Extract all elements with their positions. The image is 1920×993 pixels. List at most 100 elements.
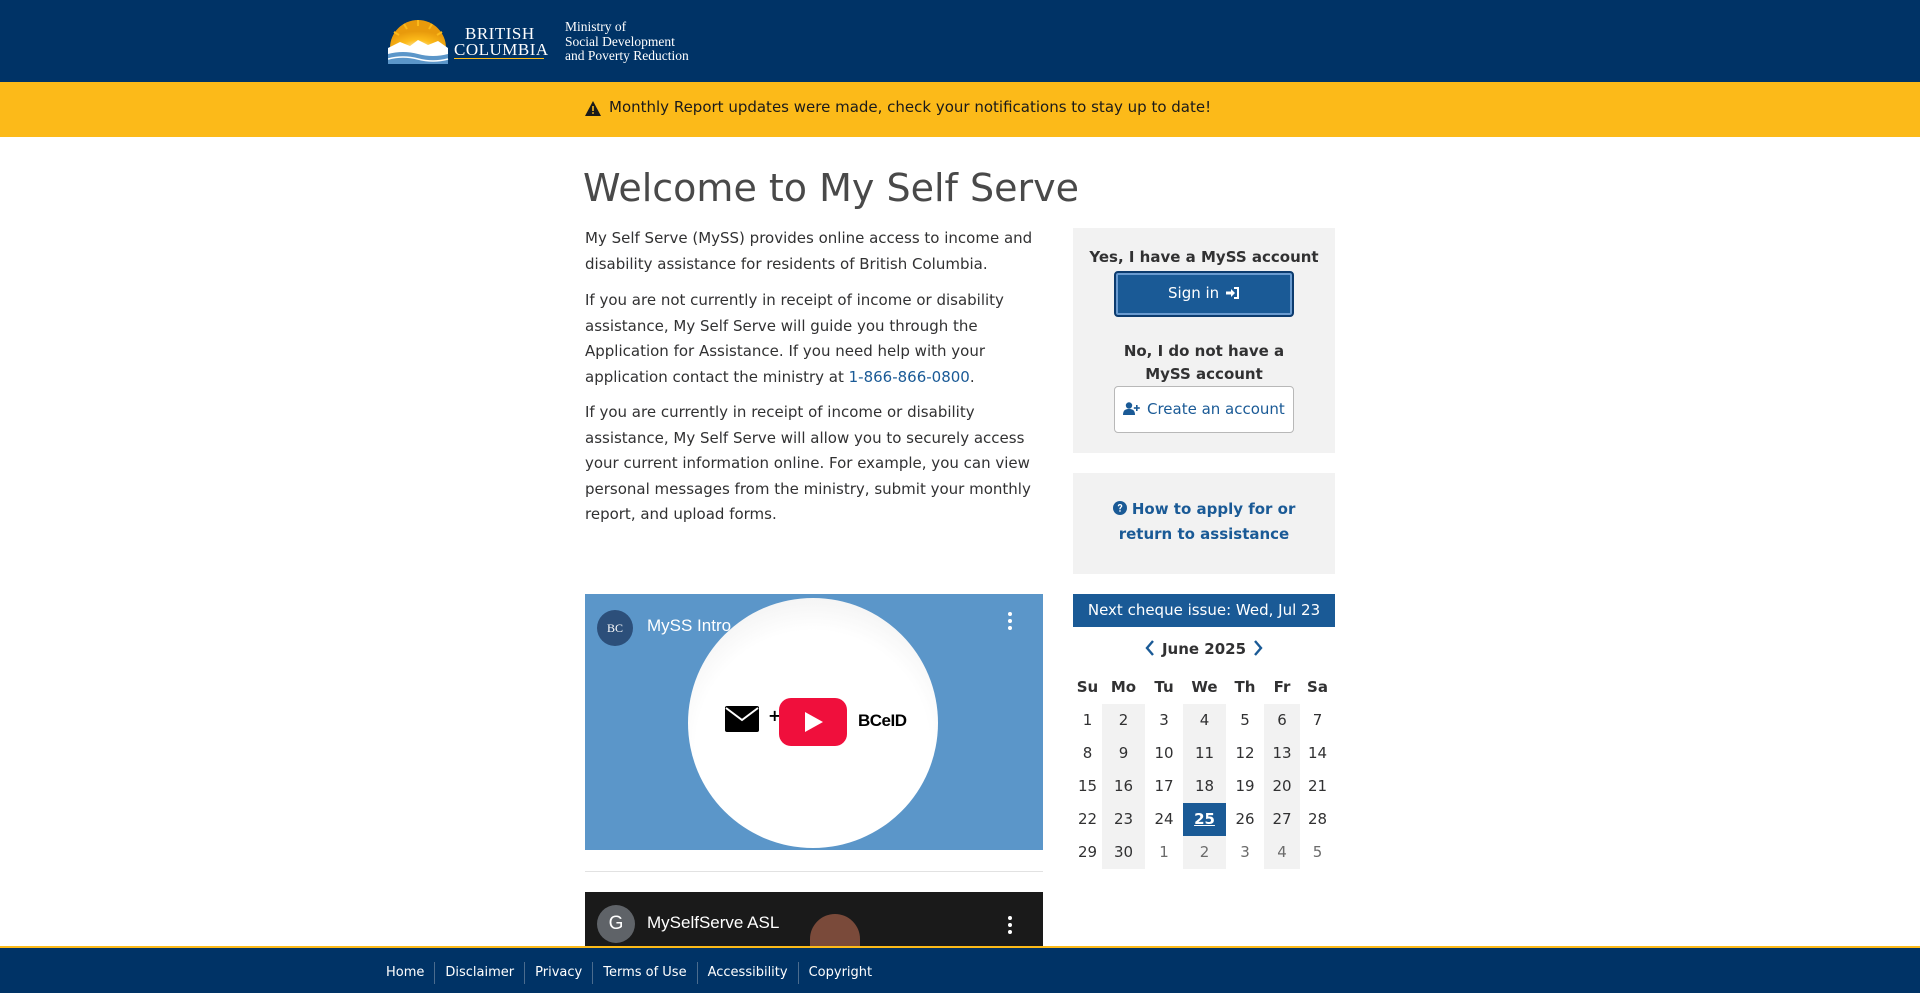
ministry-line-1: Ministry of <box>565 19 627 34</box>
calendar-day[interactable]: 9 <box>1102 737 1145 770</box>
calendar-day[interactable]: 2 <box>1183 836 1226 869</box>
calendar-day[interactable]: 18 <box>1183 770 1226 803</box>
calendar-day[interactable]: 25 <box>1183 803 1226 836</box>
no-account-label: No, I do not have a MySS account <box>1123 342 1285 383</box>
calendar-day[interactable]: 23 <box>1102 803 1145 836</box>
calendar-day[interactable]: 5 <box>1300 836 1335 869</box>
footer-link-privacy[interactable]: Privacy <box>524 962 592 984</box>
create-account-button[interactable]: Create an account <box>1114 386 1294 433</box>
create-account-label: Create an account <box>1146 400 1285 418</box>
play-button-icon[interactable] <box>779 698 847 746</box>
signin-button-label: Sign in <box>1168 284 1220 302</box>
calendar-day[interactable]: 13 <box>1264 737 1300 770</box>
calendar-day[interactable]: 10 <box>1145 737 1183 770</box>
calendar-day[interactable]: 20 <box>1264 770 1300 803</box>
footer-link-home[interactable]: Home <box>376 962 434 984</box>
ministry-line-3: and Poverty Reduction <box>565 48 689 63</box>
logo-text-columbia: COLUMBIA <box>454 40 549 59</box>
howto-apply-link[interactable]: How to apply for or return to assistance <box>1103 497 1305 547</box>
question-circle-icon <box>1112 501 1127 515</box>
calendar-day[interactable]: 2 <box>1102 704 1145 737</box>
calendar-day[interactable]: 28 <box>1300 803 1335 836</box>
calendar-week-row: 8 9 10 11 12 13 14 <box>1073 737 1335 770</box>
calendar-weekday-th: Th <box>1234 678 1256 696</box>
calendar-weekday-fr: Fr <box>1273 678 1291 696</box>
envelope-icon <box>725 706 759 732</box>
calendar-day[interactable]: 1 <box>1145 836 1183 869</box>
intro-paragraph-2-end: . <box>969 367 975 386</box>
has-account-label: Yes, I have a MySS account <box>1089 248 1319 266</box>
calendar-day[interactable]: 16 <box>1102 770 1145 803</box>
calendar-day[interactable]: 19 <box>1226 770 1264 803</box>
chevron-right-icon <box>1254 640 1263 656</box>
sign-in-icon <box>1225 287 1239 299</box>
calendar-weekday-sa: Sa <box>1307 678 1328 696</box>
intro-paragraph-3: If you are currently in receipt of incom… <box>585 403 1031 523</box>
signin-panel: Yes, I have a MySS account Sign in No, I… <box>1073 228 1335 453</box>
footer-link-copyright[interactable]: Copyright <box>797 962 883 984</box>
logo-underline <box>454 58 544 59</box>
calendar-weekday-tu: Tu <box>1154 678 1174 696</box>
calendar-day[interactable]: 1 <box>1073 704 1102 737</box>
howto-apply-label: How to apply for or return to assistance <box>1118 500 1296 543</box>
calendar-day[interactable]: 5 <box>1226 704 1264 737</box>
calendar-day[interactable]: 12 <box>1226 737 1264 770</box>
calendar-week-row: 29 30 1 2 3 4 5 <box>1073 836 1335 869</box>
site-header: BRITISH COLUMBIA Ministry of Social Deve… <box>0 0 1920 82</box>
phone-link[interactable]: 1-866-866-0800 <box>849 368 970 386</box>
calendar-day[interactable]: 3 <box>1145 704 1183 737</box>
calendar-day[interactable]: 27 <box>1264 803 1300 836</box>
video-menu-icon[interactable] <box>1007 612 1013 634</box>
video-menu-icon[interactable] <box>1007 916 1013 938</box>
chevron-left-icon <box>1145 640 1154 656</box>
calendar-day[interactable]: 30 <box>1102 836 1145 869</box>
calendar-weekday-we: We <box>1191 678 1218 696</box>
channel-avatar[interactable]: BC <box>597 610 633 646</box>
calendar-month-label: June 2025 <box>1161 640 1247 658</box>
video-myselfserve-asl[interactable]: G MySelfServe ASL <box>585 892 1043 946</box>
calendar-day[interactable]: 8 <box>1073 737 1102 770</box>
channel-avatar[interactable]: G <box>597 905 635 943</box>
calendar-day[interactable]: 6 <box>1264 704 1300 737</box>
add-user-icon <box>1123 402 1140 415</box>
calendar-weekday-row: Su Mo Tu We Th Fr Sa <box>1073 671 1335 704</box>
intro-paragraph-1: My Self Serve (MySS) provides online acc… <box>585 229 1033 273</box>
banner-message: Monthly Report updates were made, check … <box>609 98 1212 116</box>
footer-links: Home Disclaimer Privacy Terms of Use Accessi… <box>376 962 882 984</box>
page-title: Welcome to My Self Serve <box>583 166 1079 210</box>
ministry-line-2: Social Development <box>565 33 675 49</box>
howto-panel: How to apply for or return to assistance <box>1073 473 1335 574</box>
calendar-day[interactable]: 22 <box>1073 803 1102 836</box>
calendar-day[interactable]: 11 <box>1183 737 1226 770</box>
video-divider <box>585 871 1043 872</box>
calendar-day[interactable]: 24 <box>1145 803 1183 836</box>
footer-link-disclaimer[interactable]: Disclaimer <box>434 962 524 984</box>
calendar-week-row: 1234567 <box>1073 704 1335 737</box>
calendar-day[interactable]: 21 <box>1300 770 1335 803</box>
calendar-next-button[interactable] <box>1249 638 1267 660</box>
calendar-day[interactable]: 3 <box>1226 836 1264 869</box>
calendar-day[interactable]: 15 <box>1073 770 1102 803</box>
calendar-week-row: 22 23 24 25 26 27 28 <box>1073 803 1335 836</box>
video-title[interactable]: MySS Intro <box>647 616 731 636</box>
calendar-day[interactable]: 4 <box>1264 836 1300 869</box>
calendar-day[interactable]: 14 <box>1300 737 1335 770</box>
calendar-weekday-mo: Mo <box>1110 678 1137 696</box>
footer-link-accessibility[interactable]: Accessibility <box>696 962 798 984</box>
calendar-weekday-su: Su <box>1076 678 1099 696</box>
video-thumbnail-person <box>810 914 860 946</box>
calendar-prev-button[interactable] <box>1141 638 1159 660</box>
intro-paragraph-2: If you are not currently in receipt of i… <box>585 288 1045 390</box>
calendar-day[interactable]: 29 <box>1073 836 1102 869</box>
ministry-name: Ministry of Social Development and Pover… <box>565 19 689 64</box>
calendar-day[interactable]: 26 <box>1226 803 1264 836</box>
calendar-day[interactable]: 17 <box>1145 770 1183 803</box>
calendar-day[interactable]: 7 <box>1300 704 1335 737</box>
next-cheque-banner: Next cheque issue: Wed, Jul 23 <box>1073 594 1335 627</box>
footer-link-terms-of-use[interactable]: Terms of Use <box>592 962 696 984</box>
calendar-day[interactable]: 4 <box>1183 704 1226 737</box>
calendar-nav: June 2025 <box>1073 638 1335 660</box>
video-myss-intro[interactable]: BC MySS Intro + BCeID <box>585 594 1043 850</box>
video-title[interactable]: MySelfServe ASL <box>647 913 779 933</box>
signin-button[interactable]: Sign in <box>1114 271 1294 317</box>
